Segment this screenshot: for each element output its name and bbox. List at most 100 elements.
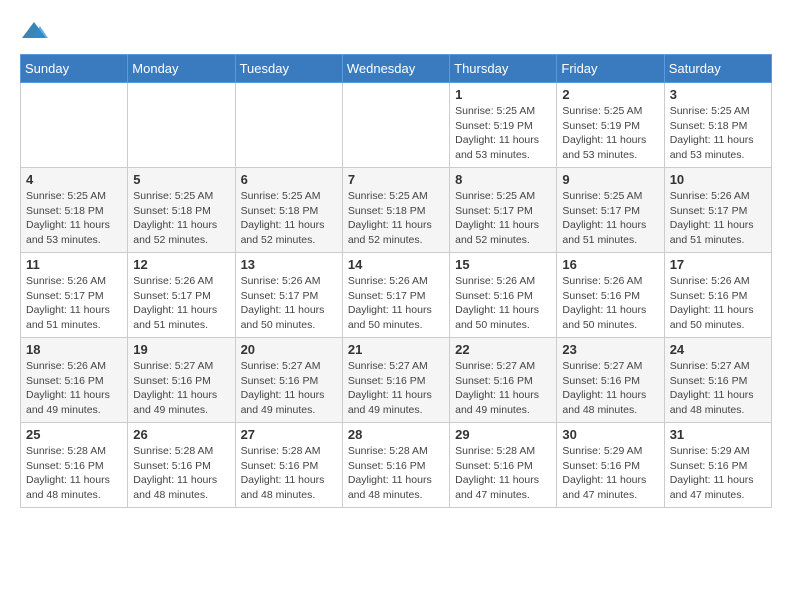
header bbox=[20, 20, 772, 44]
day-number: 21 bbox=[348, 342, 444, 357]
week-row-4: 18 Sunrise: 5:26 AM Sunset: 5:16 PM Dayli… bbox=[21, 338, 772, 423]
weekday-tuesday: Tuesday bbox=[235, 55, 342, 83]
day-number: 20 bbox=[241, 342, 337, 357]
day-cell-10: 10 Sunrise: 5:26 AM Sunset: 5:17 PM Dayli… bbox=[664, 168, 771, 253]
day-number: 10 bbox=[670, 172, 766, 187]
day-cell-18: 18 Sunrise: 5:26 AM Sunset: 5:16 PM Dayli… bbox=[21, 338, 128, 423]
week-row-2: 4 Sunrise: 5:25 AM Sunset: 5:18 PM Daylig… bbox=[21, 168, 772, 253]
day-info: Sunrise: 5:26 AM Sunset: 5:17 PM Dayligh… bbox=[26, 274, 122, 333]
day-number: 2 bbox=[562, 87, 658, 102]
day-info: Sunrise: 5:25 AM Sunset: 5:17 PM Dayligh… bbox=[562, 189, 658, 248]
day-info: Sunrise: 5:26 AM Sunset: 5:16 PM Dayligh… bbox=[455, 274, 551, 333]
day-cell-2: 2 Sunrise: 5:25 AM Sunset: 5:19 PM Daylig… bbox=[557, 83, 664, 168]
day-cell-4: 4 Sunrise: 5:25 AM Sunset: 5:18 PM Daylig… bbox=[21, 168, 128, 253]
day-cell-12: 12 Sunrise: 5:26 AM Sunset: 5:17 PM Dayli… bbox=[128, 253, 235, 338]
day-info: Sunrise: 5:26 AM Sunset: 5:17 PM Dayligh… bbox=[241, 274, 337, 333]
day-info: Sunrise: 5:26 AM Sunset: 5:17 PM Dayligh… bbox=[670, 189, 766, 248]
day-info: Sunrise: 5:27 AM Sunset: 5:16 PM Dayligh… bbox=[670, 359, 766, 418]
day-info: Sunrise: 5:28 AM Sunset: 5:16 PM Dayligh… bbox=[26, 444, 122, 503]
day-cell-30: 30Sunrise: 5:29 AM Sunset: 5:16 PM Dayli… bbox=[557, 423, 664, 508]
day-info: Sunrise: 5:25 AM Sunset: 5:19 PM Dayligh… bbox=[562, 104, 658, 163]
day-number: 3 bbox=[670, 87, 766, 102]
day-cell-5: 5 Sunrise: 5:25 AM Sunset: 5:18 PM Daylig… bbox=[128, 168, 235, 253]
day-number: 31 bbox=[670, 427, 766, 442]
day-info: Sunrise: 5:25 AM Sunset: 5:18 PM Dayligh… bbox=[348, 189, 444, 248]
day-info: Sunrise: 5:27 AM Sunset: 5:16 PM Dayligh… bbox=[348, 359, 444, 418]
day-number: 23 bbox=[562, 342, 658, 357]
day-info: Sunrise: 5:27 AM Sunset: 5:16 PM Dayligh… bbox=[562, 359, 658, 418]
day-number: 18 bbox=[26, 342, 122, 357]
weekday-thursday: Thursday bbox=[450, 55, 557, 83]
day-number: 11 bbox=[26, 257, 122, 272]
day-cell-15: 15 Sunrise: 5:26 AM Sunset: 5:16 PM Dayli… bbox=[450, 253, 557, 338]
day-info: Sunrise: 5:28 AM Sunset: 5:16 PM Dayligh… bbox=[348, 444, 444, 503]
weekday-monday: Monday bbox=[128, 55, 235, 83]
day-info: Sunrise: 5:25 AM Sunset: 5:18 PM Dayligh… bbox=[670, 104, 766, 163]
day-number: 27 bbox=[241, 427, 337, 442]
day-number: 26 bbox=[133, 427, 229, 442]
weekday-wednesday: Wednesday bbox=[342, 55, 449, 83]
day-cell-6: 6 Sunrise: 5:25 AM Sunset: 5:18 PM Daylig… bbox=[235, 168, 342, 253]
logo bbox=[20, 20, 52, 44]
week-row-3: 11 Sunrise: 5:26 AM Sunset: 5:17 PM Dayli… bbox=[21, 253, 772, 338]
empty-cell bbox=[128, 83, 235, 168]
logo-icon bbox=[20, 20, 48, 44]
day-cell-21: 21 Sunrise: 5:27 AM Sunset: 5:16 PM Dayli… bbox=[342, 338, 449, 423]
day-number: 29 bbox=[455, 427, 551, 442]
day-number: 1 bbox=[455, 87, 551, 102]
day-number: 30 bbox=[562, 427, 658, 442]
day-info: Sunrise: 5:28 AM Sunset: 5:16 PM Dayligh… bbox=[241, 444, 337, 503]
calendar-table: SundayMondayTuesdayWednesdayThursdayFrid… bbox=[20, 54, 772, 508]
day-info: Sunrise: 5:26 AM Sunset: 5:16 PM Dayligh… bbox=[670, 274, 766, 333]
day-cell-14: 14 Sunrise: 5:26 AM Sunset: 5:17 PM Dayli… bbox=[342, 253, 449, 338]
day-cell-11: 11 Sunrise: 5:26 AM Sunset: 5:17 PM Dayli… bbox=[21, 253, 128, 338]
day-number: 25 bbox=[26, 427, 122, 442]
day-info: Sunrise: 5:25 AM Sunset: 5:18 PM Dayligh… bbox=[241, 189, 337, 248]
day-info: Sunrise: 5:25 AM Sunset: 5:18 PM Dayligh… bbox=[133, 189, 229, 248]
weekday-header-row: SundayMondayTuesdayWednesdayThursdayFrid… bbox=[21, 55, 772, 83]
day-cell-17: 17Sunrise: 5:26 AM Sunset: 5:16 PM Dayli… bbox=[664, 253, 771, 338]
day-info: Sunrise: 5:26 AM Sunset: 5:17 PM Dayligh… bbox=[133, 274, 229, 333]
day-info: Sunrise: 5:26 AM Sunset: 5:17 PM Dayligh… bbox=[348, 274, 444, 333]
day-info: Sunrise: 5:28 AM Sunset: 5:16 PM Dayligh… bbox=[133, 444, 229, 503]
day-number: 22 bbox=[455, 342, 551, 357]
day-cell-31: 31 Sunrise: 5:29 AM Sunset: 5:16 PM Dayli… bbox=[664, 423, 771, 508]
day-number: 15 bbox=[455, 257, 551, 272]
day-info: Sunrise: 5:26 AM Sunset: 5:16 PM Dayligh… bbox=[26, 359, 122, 418]
empty-cell bbox=[21, 83, 128, 168]
day-cell-26: 26 Sunrise: 5:28 AM Sunset: 5:16 PM Dayli… bbox=[128, 423, 235, 508]
day-cell-24: 24 Sunrise: 5:27 AM Sunset: 5:16 PM Dayli… bbox=[664, 338, 771, 423]
weekday-saturday: Saturday bbox=[664, 55, 771, 83]
day-number: 7 bbox=[348, 172, 444, 187]
day-cell-3: 3 Sunrise: 5:25 AM Sunset: 5:18 PM Daylig… bbox=[664, 83, 771, 168]
day-info: Sunrise: 5:26 AM Sunset: 5:16 PM Dayligh… bbox=[562, 274, 658, 333]
day-number: 9 bbox=[562, 172, 658, 187]
day-number: 14 bbox=[348, 257, 444, 272]
day-number: 12 bbox=[133, 257, 229, 272]
day-cell-19: 19Sunrise: 5:27 AM Sunset: 5:16 PM Dayli… bbox=[128, 338, 235, 423]
day-info: Sunrise: 5:27 AM Sunset: 5:16 PM Dayligh… bbox=[241, 359, 337, 418]
empty-cell bbox=[235, 83, 342, 168]
day-number: 13 bbox=[241, 257, 337, 272]
day-cell-9: 9 Sunrise: 5:25 AM Sunset: 5:17 PM Daylig… bbox=[557, 168, 664, 253]
day-info: Sunrise: 5:29 AM Sunset: 5:16 PM Dayligh… bbox=[670, 444, 766, 503]
day-cell-7: 7 Sunrise: 5:25 AM Sunset: 5:18 PM Daylig… bbox=[342, 168, 449, 253]
day-number: 16 bbox=[562, 257, 658, 272]
day-cell-29: 29 Sunrise: 5:28 AM Sunset: 5:16 PM Dayli… bbox=[450, 423, 557, 508]
day-number: 5 bbox=[133, 172, 229, 187]
day-info: Sunrise: 5:27 AM Sunset: 5:16 PM Dayligh… bbox=[133, 359, 229, 418]
day-cell-28: 28Sunrise: 5:28 AM Sunset: 5:16 PM Dayli… bbox=[342, 423, 449, 508]
day-cell-1: 1Sunrise: 5:25 AM Sunset: 5:19 PM Daylig… bbox=[450, 83, 557, 168]
day-info: Sunrise: 5:25 AM Sunset: 5:18 PM Dayligh… bbox=[26, 189, 122, 248]
week-row-1: 1 Sunrise: 5:25 AM Sunset: 5:19 PM Daylig… bbox=[21, 83, 772, 168]
day-number: 24 bbox=[670, 342, 766, 357]
day-cell-16: 16 Sunrise: 5:26 AM Sunset: 5:16 PM Dayli… bbox=[557, 253, 664, 338]
day-number: 6 bbox=[241, 172, 337, 187]
day-number: 4 bbox=[26, 172, 122, 187]
weekday-friday: Friday bbox=[557, 55, 664, 83]
week-row-5: 25 Sunrise: 5:28 AM Sunset: 5:16 PM Dayli… bbox=[21, 423, 772, 508]
day-cell-20: 20 Sunrise: 5:27 AM Sunset: 5:16 PM Dayli… bbox=[235, 338, 342, 423]
day-cell-27: 27 Sunrise: 5:28 AM Sunset: 5:16 PM Dayli… bbox=[235, 423, 342, 508]
day-info: Sunrise: 5:28 AM Sunset: 5:16 PM Dayligh… bbox=[455, 444, 551, 503]
day-cell-25: 25 Sunrise: 5:28 AM Sunset: 5:16 PM Dayli… bbox=[21, 423, 128, 508]
